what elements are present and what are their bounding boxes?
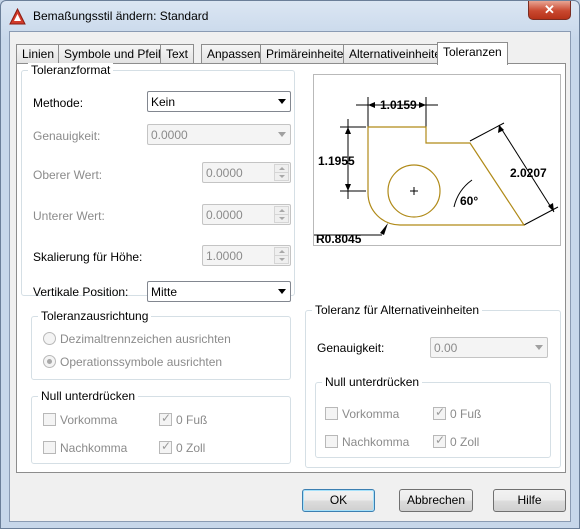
checkbox-alt-nachkomma-label: Nachkomma — [342, 435, 410, 449]
center-mark — [410, 187, 418, 195]
checkbox-0-fuss[interactable] — [159, 411, 172, 426]
tab-panel-toleranzen: Toleranzformat Methode: Kein Genauigkeit… — [16, 63, 566, 473]
dialog-window: Bemaßungsstil ändern: Standard ✕ Linien … — [0, 0, 580, 529]
oberer-wert-value: 0.0000 — [206, 166, 243, 180]
arrow-left-bottom — [345, 184, 351, 191]
group-title-null-unterdruecken-right: Null unterdrücken — [322, 375, 423, 389]
checkbox-vorkomma[interactable] — [43, 413, 56, 426]
chevron-down-icon — [278, 99, 286, 104]
oberer-wert-stepper[interactable]: 0.0000 — [202, 162, 291, 183]
radius-text: R0.8045 — [316, 232, 362, 246]
checkbox-alt-vorkomma[interactable] — [325, 407, 338, 420]
checkbox-alt-0-zoll-label: 0 Zoll — [450, 435, 480, 449]
unterer-wert-value: 0.0000 — [206, 208, 243, 222]
methode-select[interactable]: Kein — [147, 91, 291, 112]
checkbox-alt-0-fuss-label: 0 Fuß — [450, 407, 482, 421]
close-button[interactable]: ✕ — [528, 1, 571, 20]
part-outline — [367, 126, 526, 226]
cancel-button[interactable]: Abbrechen — [399, 489, 473, 512]
spin-down-icon[interactable] — [274, 172, 289, 181]
chevron-down-icon — [278, 289, 286, 294]
dimension-preview: 1.0159 1.1955 2.0207 60° R0.8045 — [313, 74, 561, 246]
unterer-wert-label: Unterer Wert: — [33, 209, 105, 223]
alt-genauigkeit-label: Genauigkeit: — [317, 341, 385, 355]
group-title-null-unterdruecken: Null unterdrücken — [38, 389, 139, 403]
group-title-alternativeinheiten: Toleranz für Alternativeinheiten — [312, 303, 483, 317]
group-toleranzausrichtung: Toleranzausrichtung — [31, 309, 291, 380]
vertikale-position-value: Mitte — [151, 285, 178, 299]
alt-genauigkeit-value: 0.00 — [434, 341, 458, 355]
dim-right-text: 2.0207 — [510, 166, 547, 180]
genauigkeit-select[interactable]: 0.0000 — [147, 124, 291, 145]
tab-linien[interactable]: Linien — [16, 44, 61, 64]
checkbox-nachkomma-label: Nachkomma — [60, 441, 128, 455]
skalierung-stepper[interactable]: 1.0000 — [202, 245, 291, 266]
group-title-toleranzausrichtung: Toleranzausrichtung — [38, 309, 152, 323]
oberer-wert-label: Oberer Wert: — [33, 168, 103, 182]
spin-down-icon[interactable] — [274, 255, 289, 264]
checkbox-vorkomma-label: Vorkomma — [60, 413, 118, 427]
checkbox-alt-0-fuss[interactable] — [433, 405, 446, 420]
dim-left-text: 1.1955 — [318, 154, 355, 168]
window-title: Bemaßungsstil ändern: Standard — [33, 9, 209, 23]
tab-symbole-und-pfeile[interactable]: Symbole und Pfeile — [58, 44, 174, 64]
title-bar[interactable]: Bemaßungsstil ändern: Standard ✕ — [1, 1, 579, 31]
tab-anpassen[interactable]: Anpassen — [201, 44, 267, 64]
checkbox-0-zoll[interactable] — [159, 439, 172, 454]
vertikale-position-select[interactable]: Mitte — [147, 281, 291, 302]
vertikale-position-label: Vertikale Position: — [33, 285, 129, 299]
tab-primaereinheiten[interactable]: Primäreinheiten — [260, 44, 357, 64]
unterer-wert-stepper[interactable]: 0.0000 — [202, 204, 291, 225]
genauigkeit-label: Genauigkeit: — [33, 129, 101, 143]
dim-top-text: 1.0159 — [380, 98, 417, 112]
arrow-top-left — [368, 102, 375, 108]
checkbox-alt-0-zoll[interactable] — [433, 433, 446, 448]
alt-genauigkeit-select[interactable]: 0.00 — [430, 337, 548, 358]
skalierung-label: Skalierung für Höhe: — [33, 250, 143, 264]
checkbox-alt-vorkomma-label: Vorkomma — [342, 407, 400, 421]
tab-text[interactable]: Text — [160, 44, 195, 64]
checkbox-0-zoll-label: 0 Zoll — [176, 441, 206, 455]
methode-label: Methode: — [33, 96, 84, 110]
checkbox-alt-nachkomma[interactable] — [325, 435, 338, 448]
genauigkeit-value: 0.0000 — [151, 128, 188, 142]
chevron-down-icon — [278, 132, 286, 137]
arrow-radius — [380, 223, 388, 235]
angle-text: 60° — [460, 194, 478, 208]
arrow-left-top — [345, 127, 351, 134]
radio-dezimaltrennzeichen-label: Dezimaltrennzeichen ausrichten — [60, 332, 231, 346]
tab-toleranzen[interactable]: Toleranzen — [437, 42, 508, 65]
radio-operationssymbole-label: Operationssymbole ausrichten — [60, 355, 223, 369]
checkbox-0-fuss-label: 0 Fuß — [176, 413, 208, 427]
ok-button[interactable]: OK — [302, 489, 375, 512]
arrow-top-right — [419, 102, 426, 108]
chevron-down-icon — [535, 345, 543, 350]
radio-dezimaltrennzeichen[interactable] — [43, 332, 56, 345]
preview-drawing: 1.0159 1.1955 2.0207 60° R0.8045 — [314, 97, 559, 246]
autocad-logo-icon — [9, 8, 26, 25]
radio-operationssymbole[interactable] — [43, 355, 56, 368]
skalierung-value: 1.0000 — [206, 249, 243, 263]
dialog-client: Linien Symbole und Pfeile Text Anpassen … — [9, 31, 571, 522]
help-button[interactable]: Hilfe — [493, 489, 566, 512]
group-title-toleranzformat: Toleranzformat — [28, 63, 114, 77]
methode-value: Kein — [151, 95, 176, 109]
spin-down-icon[interactable] — [274, 214, 289, 223]
checkbox-nachkomma[interactable] — [43, 441, 56, 454]
